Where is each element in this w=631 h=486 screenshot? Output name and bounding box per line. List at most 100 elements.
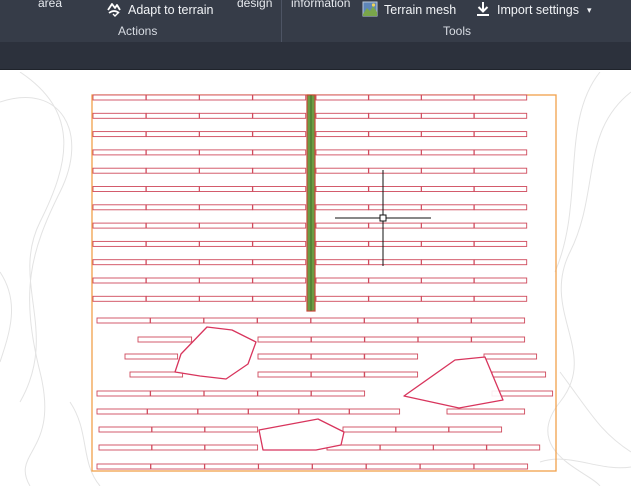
pv-row-segment — [365, 463, 421, 470]
pv-row-segment — [252, 167, 307, 174]
pv-row-segment — [368, 167, 422, 174]
ribbon-group-separator — [281, 0, 282, 42]
pv-row-segment — [92, 295, 147, 302]
pv-row-segment — [368, 131, 422, 138]
pv-row-segment — [368, 186, 422, 192]
pv-row-segment — [145, 112, 200, 119]
pv-row-segment — [315, 186, 369, 192]
pv-row-segment — [310, 336, 365, 343]
pv-row-segment — [145, 204, 200, 211]
pv-row-segment — [252, 259, 307, 266]
pv-row-segment — [486, 444, 541, 451]
pv-row-segment — [368, 204, 422, 211]
pv-row-segment — [204, 444, 259, 451]
pv-row-segment — [315, 277, 369, 284]
pv-row-segment — [421, 149, 475, 156]
pv-row-segment — [315, 240, 369, 247]
pv-row-segment — [310, 390, 366, 397]
pv-row-segment — [96, 463, 151, 470]
pv-row-segment — [151, 444, 206, 451]
pv-row-segment — [473, 240, 528, 247]
pv-row-segment — [145, 277, 200, 284]
pv-row-segment — [147, 408, 199, 415]
pv-row-segment — [199, 240, 253, 247]
pv-row-segment — [92, 277, 147, 284]
download-icon — [475, 1, 491, 20]
ribbon: area design information Adapt to terrain… — [0, 0, 631, 42]
tools-group-label: Tools — [443, 24, 472, 38]
import-settings-button[interactable]: Import settings ▾ — [475, 0, 592, 20]
pv-row-segment — [368, 240, 422, 247]
pv-row-segment — [145, 240, 200, 247]
pv-row-segment — [471, 336, 526, 343]
crosshair-cursor — [335, 170, 431, 266]
pv-row-segment — [92, 222, 147, 229]
pv-row-segment — [92, 204, 147, 211]
pv-row-segment — [417, 336, 472, 343]
pv-row-segment — [150, 317, 205, 324]
pv-row-segment — [315, 112, 369, 119]
pv-row-segment — [368, 94, 422, 101]
pv-row-segment — [473, 112, 528, 119]
pv-row-segment — [199, 94, 253, 101]
ribbon-fragment-information[interactable]: information — [291, 0, 350, 10]
pv-row-segment — [473, 131, 528, 138]
pv-row-segment — [96, 317, 151, 324]
pv-row-segment — [421, 259, 475, 266]
pv-row-segment — [315, 204, 369, 211]
pv-row-segment — [364, 336, 419, 343]
pv-row-segment — [252, 112, 307, 119]
pv-row-segment — [203, 317, 258, 324]
pv-row-segment — [473, 167, 528, 174]
pv-row-segment — [203, 390, 258, 397]
pv-row-segment — [199, 131, 253, 138]
pv-row-segment — [473, 277, 528, 284]
pv-row-segment — [368, 149, 422, 156]
pv-row-segment — [364, 353, 419, 360]
pv-row-segment — [204, 463, 259, 470]
pv-row-segment — [199, 149, 253, 156]
cad-drawing[interactable] — [0, 72, 631, 486]
terrain-mesh-button[interactable]: Terrain mesh — [362, 0, 456, 20]
pv-row-segment — [252, 295, 307, 302]
pv-row-segment — [199, 277, 253, 284]
pv-row-segment — [252, 149, 307, 156]
pv-row-segment — [252, 186, 307, 192]
ribbon-fragment-design[interactable]: design — [237, 0, 272, 10]
pv-row-segment — [473, 149, 528, 156]
pv-row-segment — [368, 295, 422, 302]
drawing-canvas[interactable] — [0, 72, 631, 486]
pv-row-segment — [252, 222, 307, 229]
pv-row-segment — [310, 353, 365, 360]
pv-row-segment — [98, 444, 153, 451]
pv-row-segment — [421, 94, 475, 101]
pv-row-segment — [421, 131, 475, 138]
access-road[interactable] — [306, 94, 316, 312]
pv-row-segment — [92, 240, 147, 247]
import-settings-label: Import settings — [497, 3, 579, 17]
pv-row-segment — [421, 240, 475, 247]
pv-row-segment — [145, 167, 200, 174]
pv-row-segment — [150, 463, 205, 470]
pv-row-segment — [199, 204, 253, 211]
contour-line — [554, 72, 601, 273]
pv-row-segment — [448, 426, 503, 433]
pv-row-segment — [92, 167, 147, 174]
pv-row-segment — [145, 94, 200, 101]
pv-row-segment — [258, 463, 313, 470]
pv-row-segment — [379, 444, 434, 451]
pv-row-segment — [433, 444, 487, 451]
contour-line — [69, 401, 101, 486]
ribbon-fragment-area[interactable]: area — [38, 0, 62, 10]
pv-row-segment — [145, 186, 200, 192]
adapt-to-terrain-button[interactable]: Adapt to terrain — [106, 0, 213, 20]
pv-row-segment — [417, 317, 472, 324]
pv-row-segment — [395, 426, 450, 433]
pv-rows — [92, 94, 554, 470]
pv-row-segment — [364, 371, 419, 378]
terrain-mesh-label: Terrain mesh — [384, 3, 457, 17]
pv-row-segment — [315, 167, 369, 174]
pv-row-segment — [349, 408, 401, 415]
pv-row-segment — [473, 186, 528, 192]
pv-row-segment — [315, 149, 369, 156]
